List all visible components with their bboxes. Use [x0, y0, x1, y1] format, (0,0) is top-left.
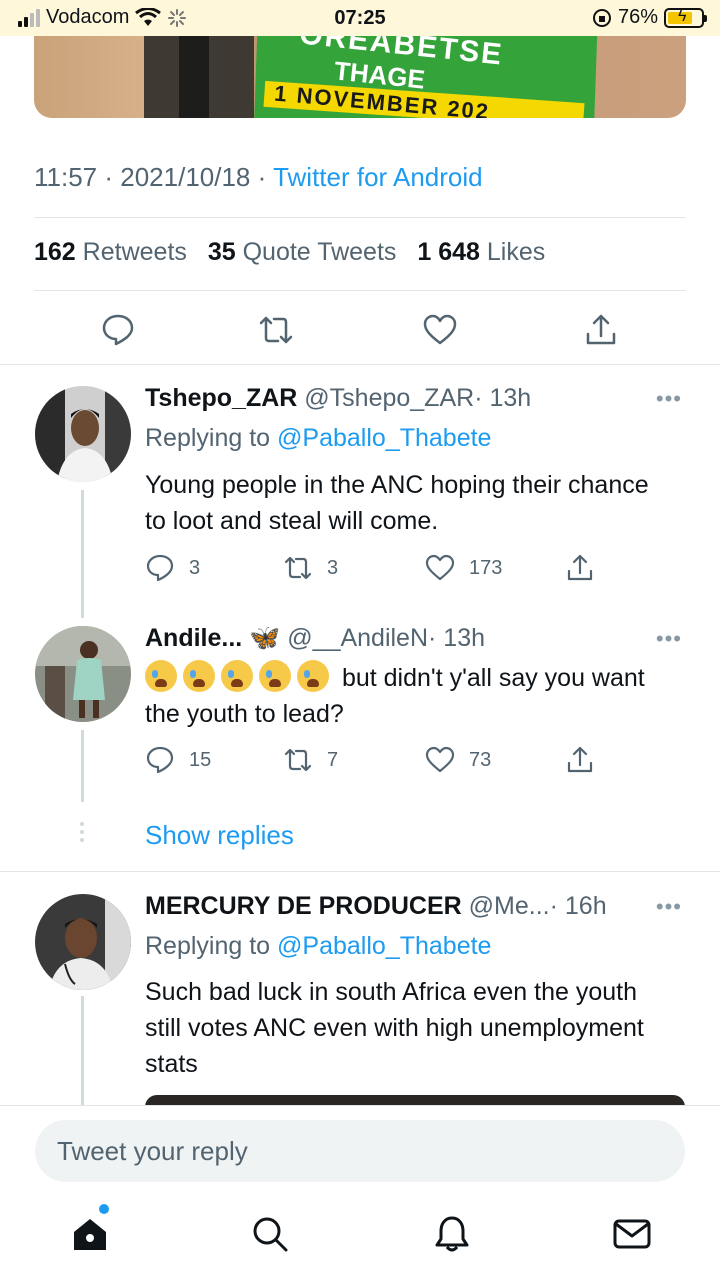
divider [34, 217, 686, 218]
replying-to: Replying to @Paballo_Thabete [145, 932, 492, 960]
reply-reply-button[interactable]: 15 [145, 745, 211, 775]
quote-tweets-stat[interactable]: 35 Quote Tweets [208, 238, 397, 266]
share-icon[interactable] [583, 312, 619, 348]
thread-line [81, 490, 84, 618]
tweet-time: 11:57 [34, 162, 98, 192]
thread-dots [80, 822, 84, 846]
bottom-area: Tweet your reply [0, 1105, 720, 1280]
tweet-reply-input[interactable]: Tweet your reply [35, 1120, 685, 1182]
heart-icon[interactable] [422, 312, 458, 348]
crying-face-emoji [183, 660, 215, 692]
reply-author-handle[interactable]: @Tshepo_ZAR [304, 384, 474, 412]
retweet-icon [284, 556, 312, 580]
like-count: 173 [469, 556, 503, 579]
avatar-image [35, 626, 131, 722]
reply-author-name[interactable]: Andile... [145, 624, 242, 652]
retweet-count: 7 [327, 748, 339, 771]
battery-percent: 76% [617, 6, 658, 28]
show-replies-link[interactable]: Show replies [145, 820, 294, 851]
status-bar: Vodacom 07:25 76% ϟ [0, 0, 720, 36]
reply-header: Tshepo_ZAR @Tshepo_ZAR· 13h [145, 384, 531, 413]
reply-time: · 13h [428, 624, 486, 652]
avatar-image [35, 386, 131, 482]
search-icon[interactable] [250, 1214, 290, 1254]
avatar[interactable] [35, 626, 131, 722]
home-notification-dot [99, 1204, 109, 1214]
reply-like-button[interactable]: 173 [425, 553, 502, 583]
like-count: 73 [469, 748, 492, 771]
likes-stat[interactable]: 1 648 Likes [417, 238, 545, 266]
crying-face-emoji [221, 660, 253, 692]
avatar[interactable] [35, 894, 131, 990]
butterfly-emoji: 🦋 [249, 624, 281, 652]
replying-to-link[interactable]: @Paballo_Thabete [277, 932, 491, 960]
mail-icon[interactable] [612, 1214, 652, 1254]
reply-like-button[interactable]: 73 [425, 745, 491, 775]
reply-author-name[interactable]: MERCURY DE PRODUCER [145, 892, 462, 920]
bottom-nav [0, 1204, 720, 1258]
more-options-icon[interactable]: ••• [656, 894, 682, 920]
retweet-icon[interactable] [258, 312, 294, 348]
more-options-icon[interactable]: ••• [656, 386, 682, 412]
avatar-image [35, 894, 131, 990]
thread-line [81, 996, 84, 1106]
more-options-icon[interactable]: ••• [656, 626, 682, 652]
reply-author-handle[interactable]: @Me... [469, 892, 550, 920]
divider [34, 290, 686, 291]
reply-count: 15 [189, 748, 212, 771]
crying-face-emoji [145, 660, 177, 692]
divider [0, 871, 720, 872]
retweet-count: 3 [327, 556, 339, 579]
tweet-date: 2021/10/18 [120, 162, 251, 192]
reply-time: · 16h [549, 892, 607, 920]
reply-retweet-button[interactable]: 7 [283, 745, 338, 775]
home-icon[interactable] [70, 1214, 110, 1254]
reply-text-block: but didn't y'all say you want the youth … [145, 660, 665, 732]
tweet-actions [0, 312, 720, 348]
bell-icon[interactable] [432, 1214, 472, 1254]
reply-text: Young people in the ANC hoping their cha… [145, 471, 649, 535]
crying-face-emoji [259, 660, 291, 692]
replying-to: Replying to @Paballo_Thabete [145, 424, 492, 452]
reply-reply-button[interactable]: 3 [145, 553, 200, 583]
heart-icon [425, 746, 455, 773]
retweet-icon [284, 748, 312, 772]
reply-header: Andile... 🦋 @__AndileN· 13h [145, 624, 485, 653]
battery-icon: ϟ [664, 7, 707, 28]
reply-retweet-button[interactable]: 3 [283, 553, 338, 583]
reply-share-button[interactable] [565, 745, 595, 775]
reply-author-name[interactable]: Tshepo_ZAR [145, 384, 297, 412]
crying-face-emoji [297, 660, 329, 692]
reply-count: 3 [189, 556, 201, 579]
reply-icon [146, 554, 174, 582]
divider [0, 364, 720, 365]
status-right: 76% ϟ [592, 6, 707, 29]
heart-icon [425, 554, 455, 581]
thread-line [81, 730, 84, 802]
share-icon [567, 554, 593, 581]
retweets-stat[interactable]: 162 Retweets [34, 238, 187, 266]
avatar[interactable] [35, 386, 131, 482]
reply-icon[interactable] [100, 312, 136, 348]
reply-share-button[interactable] [565, 553, 595, 583]
reply-actions: 3 3 173 [145, 553, 665, 583]
tweet-meta: 11:57 · 2021/10/18 · Twitter for Android [34, 162, 483, 192]
replying-to-link[interactable]: @Paballo_Thabete [277, 424, 491, 452]
reply-author-handle[interactable]: @__AndileN [287, 624, 428, 652]
reply-header: MERCURY DE PRODUCER @Me...· 16h [145, 892, 607, 921]
reply-text: but didn't y'all say you want the youth … [145, 664, 645, 728]
reply-text: Such bad luck in south Africa even the y… [145, 978, 644, 1078]
orientation-lock-icon [592, 8, 611, 27]
reply-time: · 13h [474, 384, 532, 412]
tweet-stats: 162 Retweets 35 Quote Tweets 1 648 Likes [34, 238, 545, 267]
reply-actions: 15 7 73 [145, 745, 665, 775]
reply-icon [146, 746, 174, 774]
tweet-source-link[interactable]: Twitter for Android [273, 162, 483, 192]
share-icon [567, 746, 593, 773]
